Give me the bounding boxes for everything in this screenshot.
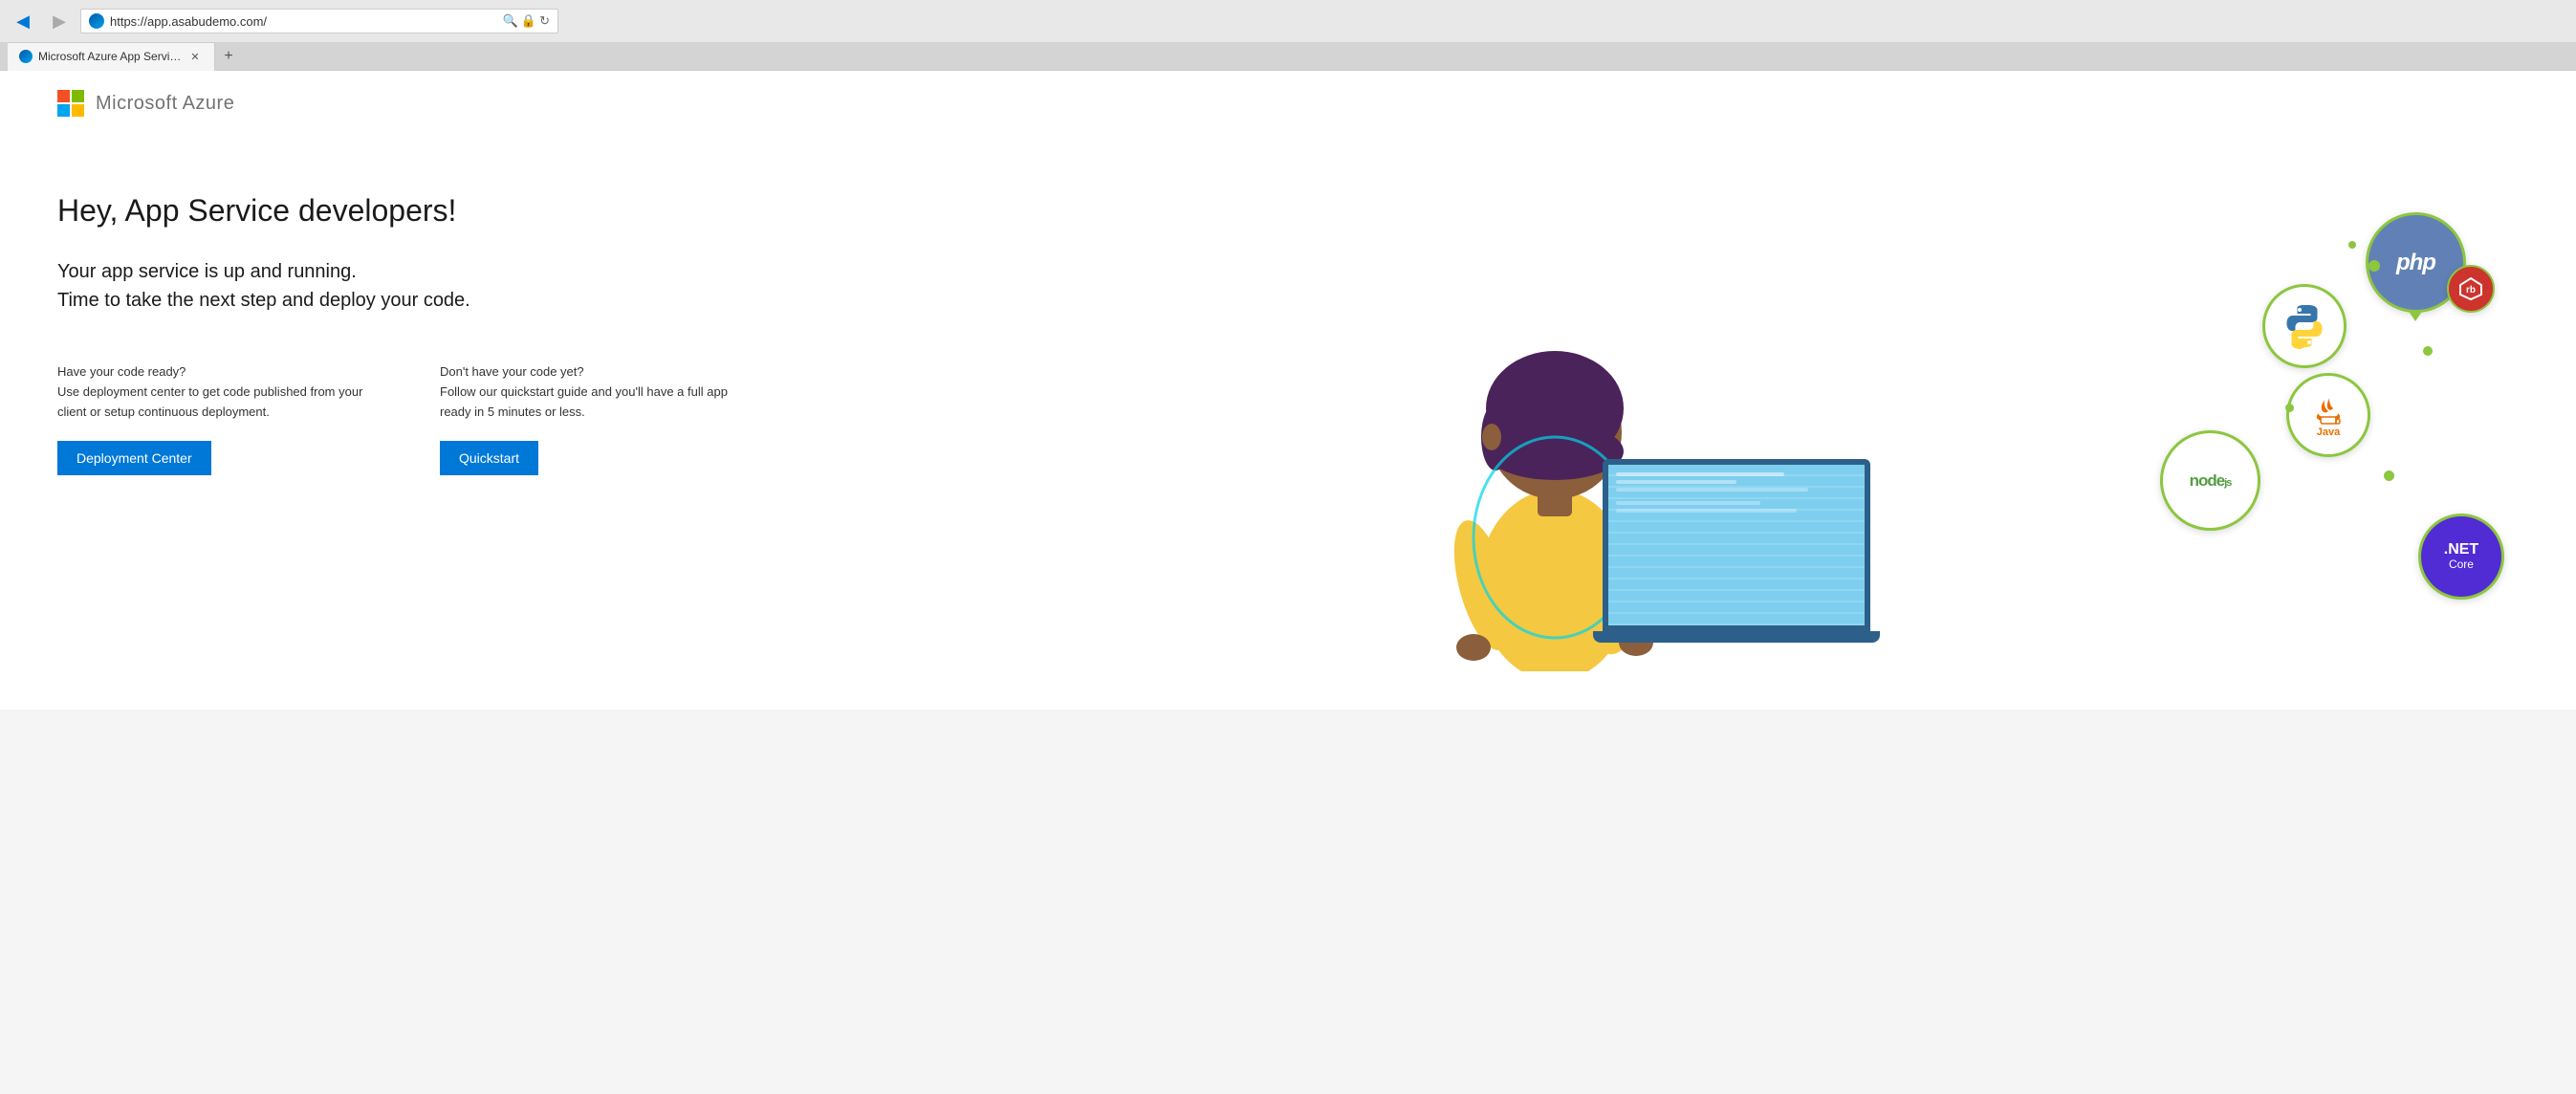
node-text: nodejs (2190, 471, 2232, 491)
tab-label: Microsoft Azure App Service... (38, 50, 182, 63)
dot4 (2384, 470, 2394, 481)
search-icon[interactable]: 🔍 (503, 13, 518, 29)
ruby-logo-icon: rb (2457, 275, 2484, 302)
cta-columns: Have your code ready?Use deployment cent… (57, 362, 1411, 475)
deployment-text: Have your code ready?Use deployment cent… (57, 362, 363, 422)
ruby-bubble: rb (2447, 265, 2495, 313)
nodejs-content: nodejs (2190, 471, 2232, 491)
dot2 (2423, 346, 2433, 356)
quickstart-text: Don't have your code yet?Follow our quic… (440, 362, 746, 422)
address-bar[interactable]: https://app.asabudemo.com/ 🔍 🔒 ↻ (80, 9, 558, 33)
page-content: Microsoft Azure Hey, App Service develop… (0, 71, 2576, 1094)
ms-logo-red (57, 90, 70, 102)
php-text: php (2396, 250, 2435, 276)
new-tab-button[interactable]: + (215, 43, 242, 70)
dotnet-core: Core (2449, 558, 2474, 571)
main-content: Hey, App Service developers! Your app se… (0, 136, 2576, 710)
refresh-icon[interactable]: ↻ (539, 13, 550, 29)
quickstart-button[interactable]: Quickstart (440, 441, 538, 475)
ms-logo-grid (57, 90, 84, 117)
forward-button[interactable]: ▶ (44, 6, 75, 36)
dotnet-bubble: .NET Core (2418, 514, 2504, 600)
deployment-center-button[interactable]: Deployment Center (57, 441, 211, 475)
nodejs-bubble: nodejs (2160, 430, 2260, 531)
deployment-column: Have your code ready?Use deployment cent… (57, 362, 363, 475)
active-tab[interactable]: Microsoft Azure App Service... ✕ (8, 42, 215, 71)
dot1 (2369, 260, 2380, 272)
ms-logo-blue (57, 104, 70, 117)
illustration-area: php (1411, 193, 2519, 671)
site-header: Microsoft Azure (0, 71, 2576, 136)
left-content: Hey, App Service developers! Your app se… (57, 193, 1411, 475)
tab-close-button[interactable]: ✕ (187, 49, 203, 64)
ms-logo-green (72, 90, 84, 102)
hero-title: Hey, App Service developers! (57, 193, 1411, 229)
address-icons: 🔍 🔒 ↻ (503, 13, 550, 29)
dotnet-dot: .NET (2444, 542, 2478, 558)
quickstart-column: Don't have your code yet?Follow our quic… (440, 362, 746, 475)
dot5 (2348, 241, 2356, 249)
java-bubble: Java (2286, 373, 2370, 457)
laptop-base (1593, 631, 1880, 643)
lock-icon: 🔒 (521, 13, 536, 29)
browser-chrome: ◀ ▶ https://app.asabudemo.com/ 🔍 🔒 ↻ Mic… (0, 0, 2576, 71)
tab-bar: Microsoft Azure App Service... ✕ + (0, 42, 2576, 70)
subtitle-line2: Time to take the next step and deploy yo… (57, 286, 1411, 315)
browser-toolbar: ◀ ▶ https://app.asabudemo.com/ 🔍 🔒 ↻ (0, 0, 2576, 42)
laptop-illustration (1603, 459, 1880, 643)
favicon (89, 13, 104, 29)
dot3 (2285, 404, 2294, 412)
subtitle-line1: Your app service is up and running. (57, 257, 1411, 286)
java-cup-icon (2311, 392, 2346, 427)
logo-text: Microsoft Azure (96, 93, 234, 115)
ms-logo-yellow (72, 104, 84, 117)
hero-subtitle: Your app service is up and running. Time… (57, 257, 1411, 315)
java-label: Java (2317, 427, 2340, 438)
svg-text:rb: rb (2466, 285, 2476, 295)
laptop-screen (1603, 459, 1870, 631)
back-button[interactable]: ◀ (8, 6, 38, 36)
microsoft-azure-logo: Microsoft Azure (57, 90, 2519, 117)
python-logo (2280, 301, 2329, 351)
tab-favicon (19, 50, 33, 63)
python-bubble (2262, 284, 2347, 368)
address-text: https://app.asabudemo.com/ (110, 14, 497, 29)
